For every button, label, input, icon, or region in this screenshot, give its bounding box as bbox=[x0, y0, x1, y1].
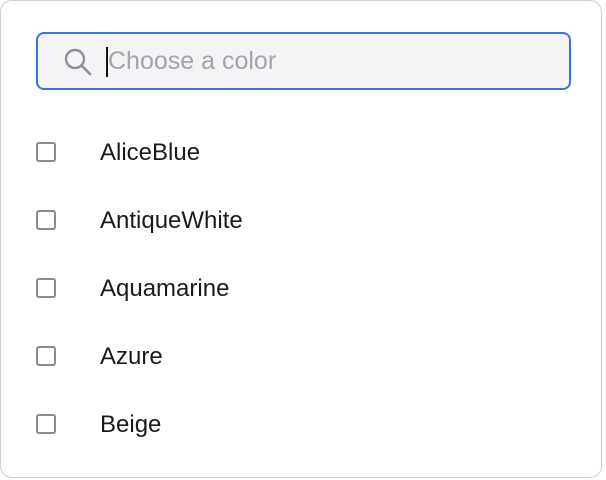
checkbox[interactable] bbox=[36, 278, 56, 298]
checkbox[interactable] bbox=[36, 142, 56, 162]
option-azure[interactable]: Azure bbox=[1, 323, 601, 391]
option-label: AntiqueWhite bbox=[100, 207, 243, 234]
search-box[interactable] bbox=[36, 32, 571, 90]
checkbox[interactable] bbox=[36, 346, 56, 366]
option-label: Azure bbox=[100, 343, 163, 370]
text-caret bbox=[106, 47, 108, 77]
option-label: Aquamarine bbox=[100, 275, 230, 302]
search-icon bbox=[64, 48, 92, 76]
color-picker-popover: AliceBlue AntiqueWhite Aquamarine Azure … bbox=[0, 0, 602, 478]
option-beige[interactable]: Beige bbox=[1, 391, 601, 459]
option-label: AliceBlue bbox=[100, 139, 201, 166]
option-label: Beige bbox=[100, 411, 162, 438]
option-aliceblue[interactable]: AliceBlue bbox=[1, 119, 601, 187]
option-antiquewhite[interactable]: AntiqueWhite bbox=[1, 187, 601, 255]
checkbox[interactable] bbox=[36, 210, 56, 230]
option-aquamarine[interactable]: Aquamarine bbox=[1, 255, 601, 323]
search-input[interactable] bbox=[106, 34, 558, 88]
checkbox[interactable] bbox=[36, 414, 56, 434]
